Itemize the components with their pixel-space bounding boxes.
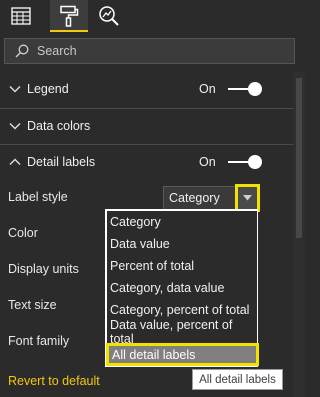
caret-down-icon — [243, 195, 252, 201]
panel-scrollbar[interactable] — [293, 72, 305, 397]
section-detail-labels[interactable]: Detail labels On — [0, 145, 293, 179]
label-style-select[interactable]: Category — [163, 184, 260, 212]
text-size-label: Text size — [8, 298, 57, 312]
dropdown-option[interactable]: Percent of total — [107, 255, 257, 277]
tooltip: All detail labels — [192, 369, 283, 390]
fields-icon — [11, 7, 31, 25]
search-placeholder: Search — [37, 44, 77, 58]
chevron-down-icon — [9, 123, 21, 130]
detail-labels-toggle-label: On — [199, 155, 216, 169]
dropdown-option[interactable]: Category, data value — [107, 277, 257, 299]
tab-fields[interactable] — [2, 0, 40, 32]
color-label: Color — [8, 226, 38, 240]
dropdown-option[interactable]: Category — [107, 211, 257, 233]
legend-toggle[interactable] — [228, 82, 262, 96]
search-box[interactable]: Search — [4, 38, 295, 64]
label-style-value: Category — [169, 191, 220, 205]
section-legend-label: Legend — [27, 82, 69, 96]
format-paint-roller-icon — [60, 5, 79, 27]
detail-labels-toggle[interactable] — [228, 155, 262, 169]
analytics-magnifier-icon — [99, 6, 119, 26]
tab-format[interactable] — [50, 0, 88, 32]
tab-analytics[interactable] — [90, 0, 128, 32]
search-icon — [15, 44, 29, 58]
pane-tab-bar — [0, 0, 305, 32]
chevron-up-icon — [9, 158, 21, 165]
scrollbar-thumb[interactable] — [296, 78, 302, 238]
section-legend[interactable]: Legend On — [0, 72, 293, 106]
label-style-label: Label style — [8, 190, 68, 204]
display-units-label: Display units — [8, 262, 79, 276]
dropdown-option[interactable]: Data value, percent of total — [107, 318, 257, 346]
dropdown-option[interactable]: Data value — [107, 233, 257, 255]
label-style-dropdown: Category Data value Percent of total Cat… — [105, 209, 259, 367]
revert-to-default-link[interactable]: Revert to default — [8, 374, 100, 388]
font-family-label: Font family — [8, 334, 70, 348]
section-data-colors-label: Data colors — [27, 119, 91, 133]
section-detail-labels-label: Detail labels — [27, 155, 96, 169]
legend-toggle-label: On — [199, 82, 216, 96]
chevron-down-icon — [9, 86, 21, 93]
dropdown-toggle-button[interactable] — [235, 184, 260, 212]
section-data-colors[interactable]: Data colors — [0, 109, 293, 143]
dropdown-option-highlighted[interactable]: All detail labels — [106, 343, 259, 366]
